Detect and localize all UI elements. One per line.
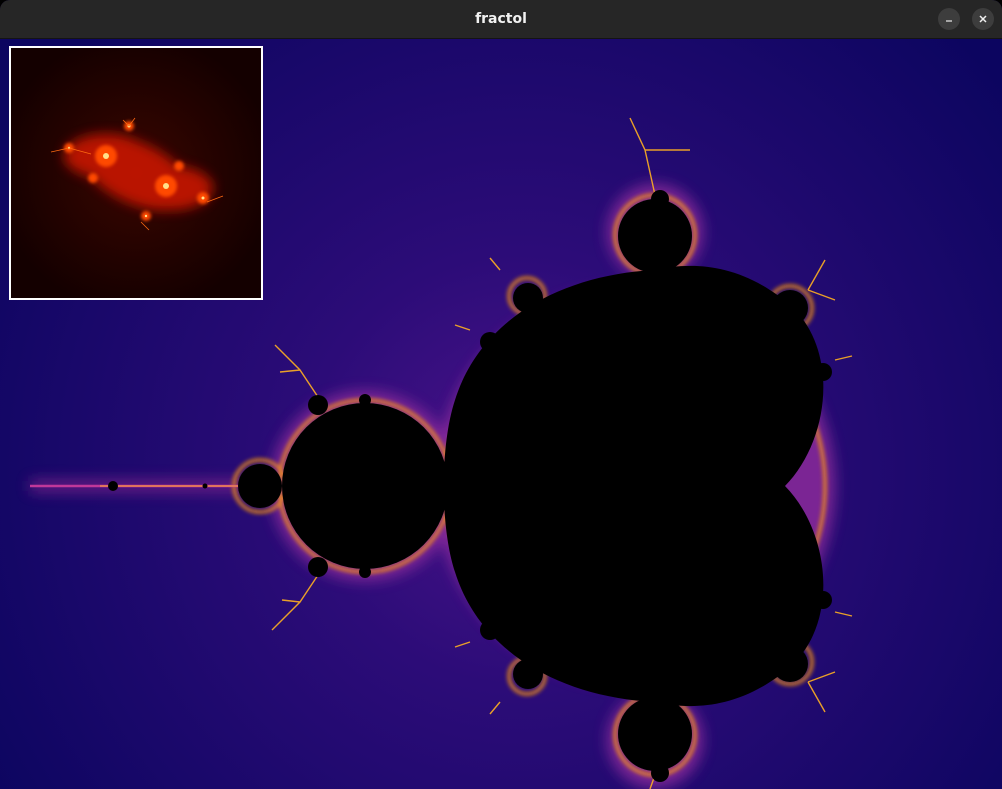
julia-render <box>11 48 261 298</box>
close-button[interactable] <box>972 8 994 30</box>
minimize-icon <box>946 20 952 22</box>
app-window: fractol <box>0 0 1002 789</box>
close-icon <box>979 15 987 23</box>
julia-preview[interactable] <box>9 46 263 300</box>
minimize-button[interactable] <box>938 8 960 30</box>
window-title: fractol <box>475 11 527 27</box>
title-bar[interactable]: fractol <box>0 0 1002 39</box>
